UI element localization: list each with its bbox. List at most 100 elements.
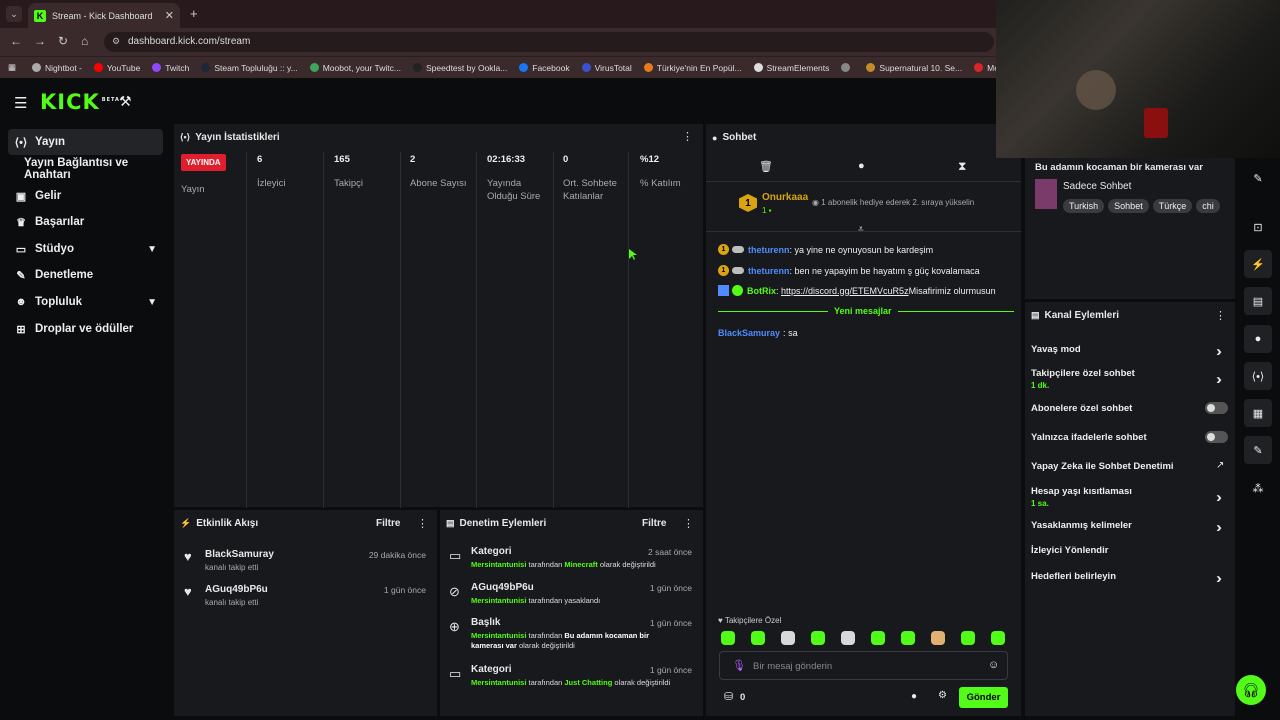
pinned-user[interactable]: Onurkaaa bbox=[762, 192, 808, 203]
menu-icon[interactable]: ☰ bbox=[14, 94, 27, 112]
dashboard-icon[interactable]: ▦ bbox=[1244, 399, 1272, 427]
dots-cluster-icon[interactable]: ⁂ bbox=[1244, 474, 1272, 502]
channel-action-item[interactable]: Yalnızca ifadelerle sohbet bbox=[1031, 432, 1231, 443]
chat-icon[interactable]: ● bbox=[1244, 325, 1272, 353]
bolt-icon[interactable]: ⚡ bbox=[1244, 250, 1272, 278]
emote-icon[interactable] bbox=[721, 631, 735, 645]
browser-tab[interactable]: K Stream - Kick Dashboard ✕ bbox=[28, 3, 180, 28]
chat-message[interactable]: BotRix: https://discord.gg/ETEMVcuR5z Mi… bbox=[718, 285, 996, 296]
channel-action-item[interactable]: Takipçilere özel sohbet 1 dk. bbox=[1031, 368, 1231, 390]
sidebar-item-yayin[interactable]: ⟨•⟩ Yayın bbox=[8, 129, 163, 155]
tag[interactable]: Sohbet bbox=[1108, 199, 1149, 213]
tab-search-icon[interactable]: ⌄ bbox=[6, 6, 22, 22]
bookmark-item[interactable]: Steam Topluluğu :: y... bbox=[201, 63, 298, 73]
chat-username[interactable]: BlackSamuray bbox=[718, 328, 780, 338]
tag[interactable]: Turkish bbox=[1063, 199, 1105, 213]
emote-icon[interactable] bbox=[841, 631, 855, 645]
clipboard-icon[interactable]: ▤ bbox=[1244, 287, 1272, 315]
sidebar-item-gelir[interactable]: ▣ Gelir bbox=[8, 183, 163, 209]
chevron-right-icon[interactable]: › bbox=[1216, 489, 1222, 506]
stats-more-icon[interactable]: ⋮ bbox=[682, 130, 693, 143]
bookmark-item[interactable]: Nightbot - bbox=[32, 63, 82, 73]
emoji-icon[interactable]: ☺ bbox=[988, 659, 999, 671]
channel-action-item[interactable]: İzleyici Yönlendir bbox=[1031, 545, 1231, 556]
emote-icon[interactable] bbox=[811, 631, 825, 645]
bookmark-item[interactable]: Twitch bbox=[152, 63, 189, 73]
trash-icon[interactable]: 🗑︎ bbox=[759, 160, 773, 173]
chat-input[interactable]: 🎙︎ Bir mesaj gönderin ☺ bbox=[719, 651, 1008, 680]
moderation-filter-button[interactable]: Filtre bbox=[642, 518, 666, 529]
apps-icon[interactable]: ▦ bbox=[8, 62, 16, 73]
sidebar-item-topluluk[interactable]: ☻ Topluluk ▼ bbox=[8, 289, 163, 315]
sidebar-item-basarilar[interactable]: ♛ Başarılar bbox=[8, 209, 163, 235]
chat-username[interactable]: theturenn bbox=[748, 266, 790, 276]
sidebar-item-droplar[interactable]: ⊞ Droplar ve ödüller bbox=[8, 316, 163, 342]
chat-username[interactable]: theturenn bbox=[748, 245, 790, 255]
emote-icon[interactable] bbox=[781, 631, 795, 645]
external-link-icon[interactable]: ↗ bbox=[1216, 460, 1224, 471]
chat-message[interactable]: BlackSamuray: sa bbox=[718, 328, 798, 338]
activity-filter-button[interactable]: Filtre bbox=[376, 518, 400, 529]
bookmark-item[interactable]: YouTube bbox=[93, 63, 140, 73]
chat-message[interactable]: 1 theturenn: ben ne yapayim be hayatım ş … bbox=[718, 265, 980, 276]
bookmark-item[interactable]: Türkiye'nin En Popül... bbox=[643, 63, 742, 73]
back-icon[interactable]: ← bbox=[10, 34, 22, 48]
kick-logo[interactable]: KICK BETA bbox=[40, 90, 120, 114]
chevron-right-icon[interactable]: › bbox=[1216, 519, 1222, 536]
home-icon[interactable]: ⌂ bbox=[81, 34, 88, 48]
channel-action-item[interactable]: Yasaklanmış kelimeler bbox=[1031, 520, 1231, 531]
microphone-icon[interactable]: 🎙︎ bbox=[732, 659, 746, 672]
emote-icon[interactable] bbox=[931, 631, 945, 645]
hourglass-icon[interactable]: ⧗ bbox=[958, 159, 966, 174]
bookmark-item[interactable]: Moobot, your Twitc... bbox=[309, 63, 401, 73]
new-tab-icon[interactable]: + bbox=[190, 6, 198, 21]
points-icon[interactable]: ⛁ bbox=[724, 690, 733, 703]
bookmark-item[interactable]: StreamElements bbox=[753, 63, 829, 73]
bookmark-item[interactable]: Facebook bbox=[519, 63, 570, 73]
support-icon[interactable]: 🎧︎ bbox=[1236, 675, 1266, 705]
tag[interactable]: chi bbox=[1196, 199, 1220, 213]
activity-item[interactable]: ♥ BlackSamuray kanalı takip etti 29 dakik… bbox=[184, 549, 434, 577]
chevron-right-icon[interactable]: › bbox=[1216, 570, 1222, 587]
send-button[interactable]: Gönder bbox=[959, 687, 1008, 708]
collapse-icon[interactable]: ⩡ bbox=[858, 224, 864, 235]
activity-item[interactable]: ♥ AGuq49bP6u kanalı takip etti 1 gün önce bbox=[184, 584, 434, 612]
sidebar-item-denetleme[interactable]: ✎ Denetleme bbox=[8, 262, 163, 288]
emote-icon[interactable] bbox=[751, 631, 765, 645]
chat-bubble-icon[interactable]: ● bbox=[911, 691, 917, 702]
tag[interactable]: Türkçe bbox=[1152, 199, 1193, 213]
bookmark-item[interactable]: Speedtest by Ookla... bbox=[412, 63, 507, 73]
bookmark-item[interactable]: VirusTotal bbox=[581, 63, 632, 73]
channel-action-item[interactable]: Yavaş mod bbox=[1031, 344, 1231, 355]
emote-icon[interactable] bbox=[991, 631, 1005, 645]
site-info-icon[interactable]: ⚙ bbox=[112, 36, 120, 47]
channel-actions-more-icon[interactable]: ⋮ bbox=[1215, 309, 1226, 322]
emote-icon[interactable] bbox=[961, 631, 975, 645]
pencil-icon[interactable]: ✎ bbox=[1244, 164, 1272, 192]
bookmark-item[interactable] bbox=[841, 63, 854, 72]
url-input[interactable]: ⚙ dashboard.kick.com/stream bbox=[104, 32, 994, 52]
category-thumbnail[interactable] bbox=[1035, 179, 1057, 209]
channel-action-item[interactable]: Abonelere özel sohbet bbox=[1031, 403, 1231, 414]
reload-icon[interactable]: ↻ bbox=[58, 34, 68, 48]
channel-action-item[interactable]: Hedefleri belirleyin bbox=[1031, 571, 1231, 582]
forward-icon[interactable]: → bbox=[34, 34, 46, 48]
hammer-icon[interactable]: ⚒ bbox=[119, 93, 132, 110]
chevron-right-icon[interactable]: › bbox=[1216, 343, 1222, 360]
chevron-right-icon[interactable]: › bbox=[1216, 371, 1222, 388]
activity-more-icon[interactable]: ⋮ bbox=[417, 517, 428, 530]
emote-icon[interactable] bbox=[901, 631, 915, 645]
channel-action-item[interactable]: Hesap yaşı kısıtlaması 1 sa. bbox=[1031, 486, 1231, 508]
wrench-icon[interactable]: ✎ bbox=[1244, 436, 1272, 464]
chat-link[interactable]: https://discord.gg/ETEMVcuR5z bbox=[781, 286, 909, 296]
close-tab-icon[interactable]: ✕ bbox=[165, 9, 174, 22]
gear-icon[interactable]: ⚙ bbox=[938, 690, 947, 701]
broadcast-icon[interactable]: ⟨•⟩ bbox=[1244, 362, 1272, 390]
toggle-switch[interactable] bbox=[1205, 402, 1228, 414]
moderation-more-icon[interactable]: ⋮ bbox=[683, 517, 694, 530]
stream-category[interactable]: Sadece Sohbet bbox=[1063, 181, 1131, 192]
chat-message[interactable]: 1 theturenn: ya yine ne oynuyosun be kard… bbox=[718, 244, 933, 255]
channel-action-item[interactable]: Yapay Zeka ile Sohbet Denetimi bbox=[1031, 461, 1231, 472]
chat-bubble-icon[interactable]: ● bbox=[858, 160, 865, 172]
sidebar-item-studyo[interactable]: ▭ Stüdyo ▼ bbox=[8, 236, 163, 262]
